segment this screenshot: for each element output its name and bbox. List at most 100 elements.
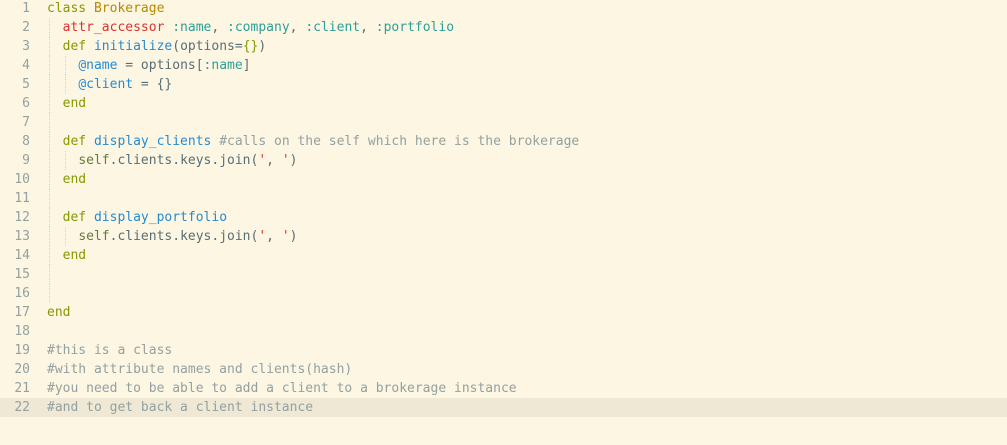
code-line[interactable]: 6 end — [0, 94, 1007, 113]
code-line[interactable]: 4 @name = options[:name] — [0, 56, 1007, 75]
token-kw: end — [62, 96, 87, 111]
indent-guide — [49, 189, 50, 208]
token-txt: .clients.keys.join( — [109, 229, 259, 244]
code-line[interactable]: 21 #you need to be able to add a client t… — [0, 379, 1007, 398]
token-txt: , — [289, 20, 306, 35]
token-cmt: #this is a class — [47, 343, 173, 358]
line-number: 13 — [14, 229, 30, 244]
line-number: 10 — [14, 172, 30, 187]
indent-guide — [49, 113, 50, 132]
line-number: 22 — [14, 400, 30, 415]
code-text: @client = {} — [78, 75, 172, 94]
code-text: def display_clients #calls on the self w… — [63, 132, 580, 151]
code-line[interactable]: 18 — [0, 322, 1007, 341]
code-text: end — [47, 303, 70, 322]
code-text: #with attribute names and clients(hash) — [47, 360, 352, 379]
token-self: self — [78, 153, 110, 168]
token-txt: ) — [289, 229, 298, 244]
code-text: def initialize(options={}) — [63, 37, 267, 56]
token-cmt: #with attribute names and clients(hash) — [47, 362, 353, 377]
code-line[interactable]: 14 end — [0, 246, 1007, 265]
indent-guide — [49, 246, 50, 265]
token-kw: end — [62, 172, 87, 187]
code-line[interactable]: 2 attr_accessor :name, :company, :client,… — [0, 18, 1007, 37]
line-number: 1 — [22, 1, 30, 16]
token-txt: ) — [289, 153, 298, 168]
code-line[interactable]: 13 self.clients.keys.join(', ') — [0, 227, 1007, 246]
token-txt: ] — [242, 58, 251, 73]
token-cmt: #calls on the self which here is the bro… — [219, 134, 580, 149]
token-cmt: #you need to be able to add a client to … — [47, 381, 517, 396]
indent-guide — [64, 56, 66, 75]
token-sym: :portfolio — [375, 20, 455, 35]
token-sym: :company — [227, 20, 290, 35]
indent-guide — [64, 227, 66, 246]
code-text: end — [63, 94, 86, 113]
line-number: 15 — [14, 267, 30, 282]
token-txt: = options[ — [117, 58, 204, 73]
token-sym: :name — [203, 58, 243, 73]
code-line[interactable]: 5 @client = {} — [0, 75, 1007, 94]
code-text: self.clients.keys.join(', ') — [78, 151, 297, 170]
code-text: self.clients.keys.join(', ') — [78, 227, 297, 246]
indent-guide — [49, 37, 50, 56]
code-text: def display_portfolio — [63, 208, 227, 227]
indent-guide — [64, 151, 66, 170]
token-ivar: @client — [78, 77, 134, 92]
code-text: @name = options[:name] — [78, 56, 250, 75]
token-cmt: #and to get back a client instance — [47, 400, 314, 415]
token-call: attr_accessor — [62, 20, 165, 35]
token-fn: display_clients — [93, 134, 212, 149]
code-line[interactable]: 1 class Brokerage — [0, 0, 1007, 18]
token-kw: def — [62, 39, 87, 54]
code-text: class Brokerage — [47, 0, 164, 18]
code-line[interactable]: 8 def display_clients #calls on the self … — [0, 132, 1007, 151]
line-number: 20 — [14, 362, 30, 377]
token-str: ' — [281, 229, 290, 244]
token-str: ' — [281, 153, 290, 168]
token-txt: = {} — [133, 77, 173, 92]
indent-guide — [49, 284, 50, 303]
line-number: 8 — [22, 134, 30, 149]
code-line[interactable]: 11 — [0, 189, 1007, 208]
code-line[interactable]: 9 self.clients.keys.join(', ') — [0, 151, 1007, 170]
token-sym: :client — [305, 20, 361, 35]
indent-guide — [49, 208, 50, 227]
line-number: 14 — [14, 248, 30, 263]
line-number: 7 — [22, 115, 30, 130]
line-number: 6 — [22, 96, 30, 111]
indent-guide — [49, 56, 50, 75]
code-line[interactable]: 12 def display_portfolio — [0, 208, 1007, 227]
code-line[interactable]: 16 — [0, 284, 1007, 303]
code-text: attr_accessor :name, :company, :client, … — [63, 18, 454, 37]
code-text: end — [63, 246, 86, 265]
token-cls: Brokerage — [93, 1, 165, 16]
token-fn: initialize — [93, 39, 173, 54]
token-kw: def — [62, 210, 87, 225]
code-editor[interactable]: 1 class Brokerage 2 attr_accessor :name, :c… — [0, 0, 1007, 417]
line-number: 5 — [22, 77, 30, 92]
code-line[interactable]: 17 end — [0, 303, 1007, 322]
indent-guide — [49, 170, 50, 189]
code-text: #you need to be able to add a client to … — [47, 379, 517, 398]
code-line[interactable]: 10 end — [0, 170, 1007, 189]
token-txt: ) — [258, 39, 267, 54]
line-number: 3 — [22, 39, 30, 54]
code-line[interactable]: 19 #this is a class — [0, 341, 1007, 360]
code-line[interactable]: 20 #with attribute names and clients(hash… — [0, 360, 1007, 379]
code-line[interactable]: 3 def initialize(options={}) — [0, 37, 1007, 56]
token-kw: end — [47, 305, 71, 320]
line-number: 9 — [22, 153, 30, 168]
line-number: 19 — [14, 343, 30, 358]
indent-guide — [64, 75, 66, 94]
code-line[interactable]: 22 #and to get back a client instance — [0, 398, 1007, 417]
indent-guide — [49, 132, 50, 151]
indent-guide — [49, 151, 50, 170]
code-text: end — [63, 170, 86, 189]
code-line[interactable]: 15 — [0, 265, 1007, 284]
code-line[interactable]: 7 — [0, 113, 1007, 132]
line-number: 21 — [14, 381, 30, 396]
line-number: 17 — [14, 305, 30, 320]
